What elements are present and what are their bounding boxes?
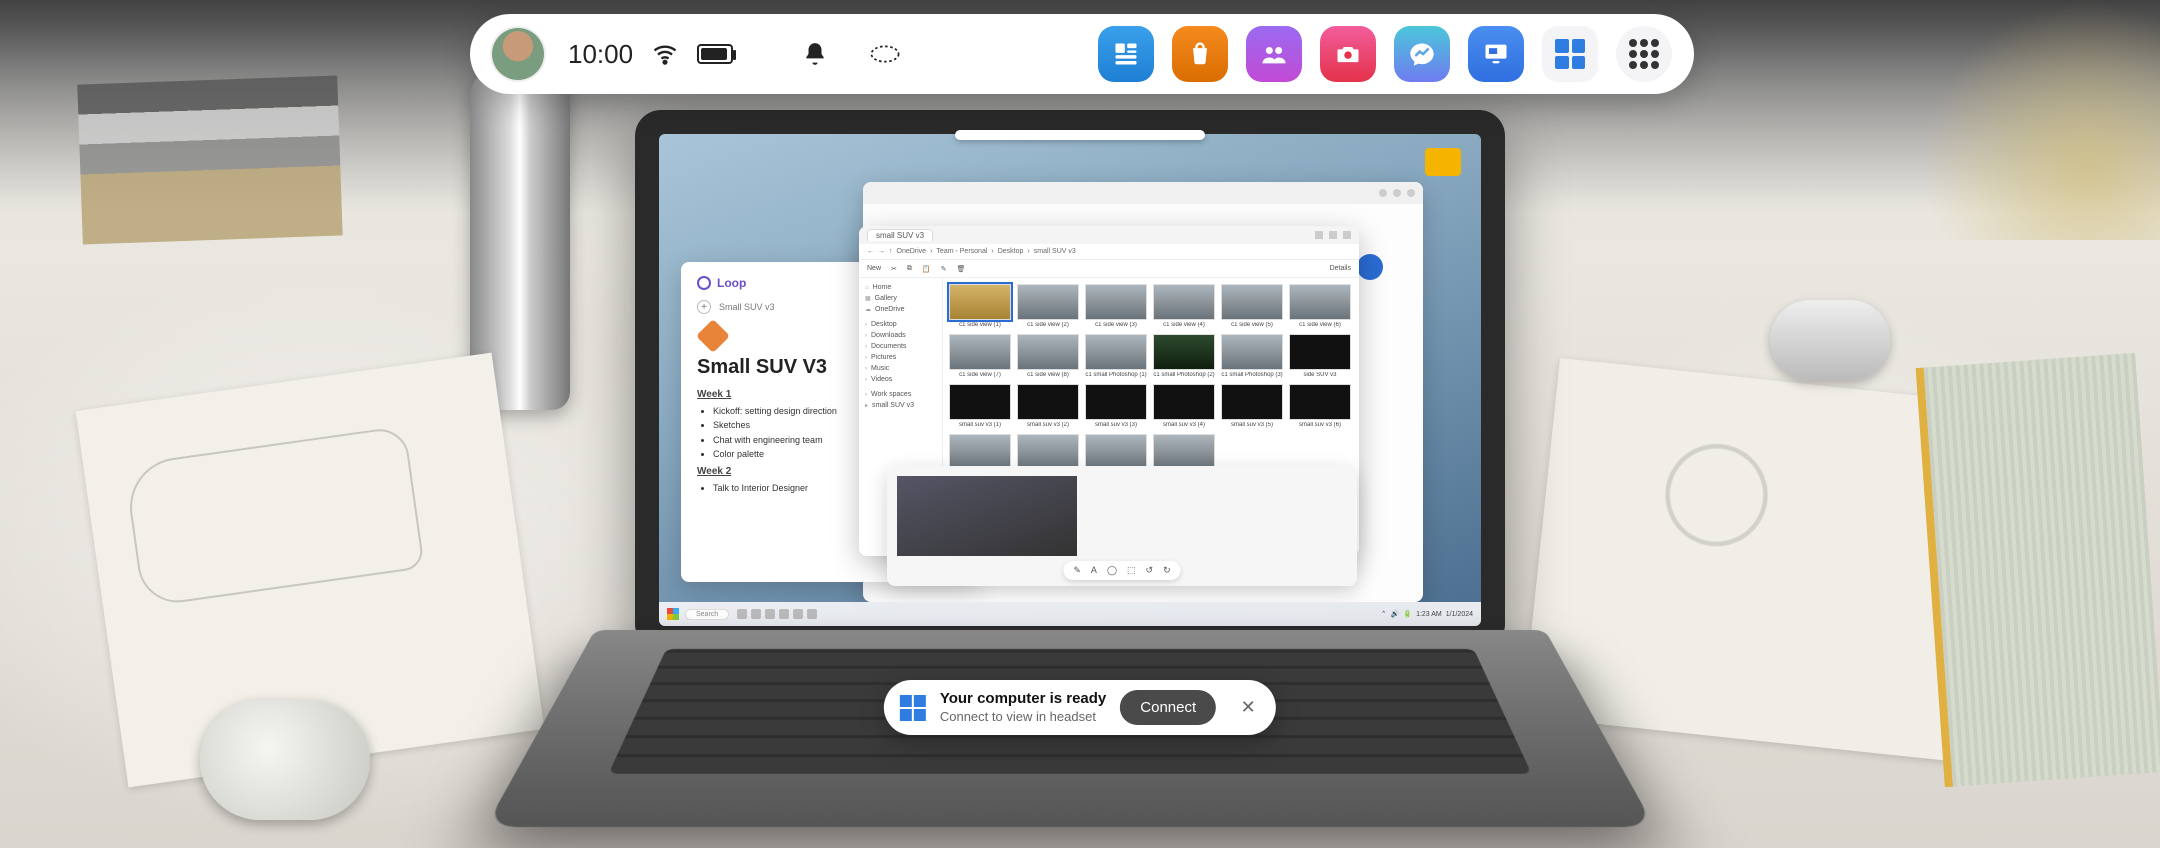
clock-label[interactable]: 10:00	[568, 39, 633, 70]
pencil-cup	[1920, 0, 2160, 240]
windows-app-icon[interactable]	[1542, 26, 1598, 82]
people-app-icon[interactable]	[1246, 26, 1302, 82]
explorer-breadcrumb[interactable]: ←→↑ OneDrive› Team - Personal› Desktop› …	[859, 244, 1359, 260]
desktop-folder-icon	[1425, 148, 1461, 176]
book-stack	[77, 76, 342, 245]
file-thumbnail: small suv v3 (2)	[1017, 384, 1079, 428]
wifi-icon[interactable]	[651, 40, 679, 68]
file-thumbnail	[949, 434, 1011, 470]
file-thumbnail	[1085, 434, 1147, 470]
all-apps-button[interactable]	[1616, 26, 1672, 82]
vr-controller	[200, 700, 370, 820]
loop-tab-label[interactable]: Small SUV v3	[719, 302, 775, 312]
explorer-titlebar: small SUV v3	[859, 226, 1359, 244]
file-thumbnail: c1 side view (1)	[949, 284, 1011, 328]
boundary-status-icon[interactable]	[859, 28, 911, 80]
explorer-tab[interactable]: small SUV v3	[867, 229, 933, 241]
explorer-toolbar: New ✂⧉📋✎🗑 Details	[859, 260, 1359, 278]
toast-title: Your computer is ready	[940, 690, 1106, 709]
file-thumbnail: c1 small Photoshop (2)	[1153, 334, 1215, 378]
laptop-display: Loop + Small SUV v3 Small SUV V3 Week 1 …	[659, 134, 1481, 626]
remote-desktop-app-icon[interactable]	[1468, 26, 1524, 82]
new-button[interactable]: New	[867, 265, 881, 272]
start-button-icon[interactable]	[667, 608, 679, 620]
taskbar-pinned-apps[interactable]	[737, 609, 817, 619]
designer-canvas	[897, 476, 1077, 556]
loop-add-tab[interactable]: +	[697, 300, 711, 314]
desk-mouse	[1770, 300, 1890, 380]
browser-titlebar	[863, 182, 1423, 204]
file-thumbnail: small suv v3 (3)	[1085, 384, 1147, 428]
file-thumbnail: c1 side view (6)	[1289, 284, 1351, 328]
universal-menu-bar: 10:00	[470, 14, 1694, 94]
store-app-icon[interactable]	[1172, 26, 1228, 82]
designer-toolbar[interactable]: ✎A◯⬚↺↻	[1063, 561, 1180, 580]
laptop-screen-bezel: Loop + Small SUV v3 Small SUV V3 Week 1 …	[635, 110, 1505, 650]
designer-app-window: ✎A◯⬚↺↻	[887, 466, 1357, 586]
notifications-button[interactable]	[789, 28, 841, 80]
windows-icon	[900, 695, 926, 721]
spiral-notebook	[1916, 353, 2160, 787]
close-icon[interactable]: ✕	[1234, 694, 1262, 722]
file-thumbnail	[1017, 434, 1079, 470]
camera-app-icon[interactable]	[1320, 26, 1376, 82]
connect-toast: Your computer is ready Connect to view i…	[884, 680, 1276, 735]
file-thumbnail: c1 side view (5)	[1221, 284, 1283, 328]
file-thumbnail: small suv v3 (4)	[1153, 384, 1215, 428]
file-thumbnail: c1 side view (3)	[1085, 284, 1147, 328]
browser-profile-avatar	[1357, 254, 1383, 280]
taskbar-search[interactable]: Search	[685, 609, 729, 620]
file-thumbnail: c1 small Photoshop (3)	[1221, 334, 1283, 378]
file-thumbnail: c1 side view (2)	[1017, 284, 1079, 328]
toast-subtitle: Connect to view in headset	[940, 709, 1106, 725]
file-thumbnail: small suv v3 (5)	[1221, 384, 1283, 428]
file-thumbnail: c1 side view (4)	[1153, 284, 1215, 328]
loop-brand-label: Loop	[717, 276, 746, 290]
window-controls[interactable]	[1315, 231, 1351, 239]
file-thumbnail: c1 side view (7)	[949, 334, 1011, 378]
pencil-icon	[696, 319, 730, 353]
profile-avatar[interactable]	[492, 28, 544, 80]
file-thumbnail: c1 side view (8)	[1017, 334, 1079, 378]
file-thumbnail: small suv v3 (6)	[1289, 384, 1351, 428]
loop-icon	[697, 276, 711, 290]
window-grab-bar[interactable]	[955, 130, 1205, 140]
file-thumbnail	[1153, 434, 1215, 470]
file-thumbnail: c1 small Photoshop (1)	[1085, 334, 1147, 378]
feed-app-icon[interactable]	[1098, 26, 1154, 82]
file-thumbnail: small suv v3 (1)	[949, 384, 1011, 428]
taskbar-tray[interactable]: ⌃🔊🔋 1:23 AM 1/1/2024	[1381, 610, 1473, 618]
battery-icon[interactable]	[697, 44, 733, 64]
messenger-app-icon[interactable]	[1394, 26, 1450, 82]
windows-taskbar[interactable]: Search ⌃🔊🔋 1:23 AM 1/1/2024	[659, 602, 1481, 626]
details-toggle[interactable]: Details	[1330, 265, 1351, 272]
file-thumbnail: side SUV v3	[1289, 334, 1351, 378]
connect-button[interactable]: Connect	[1120, 690, 1216, 725]
